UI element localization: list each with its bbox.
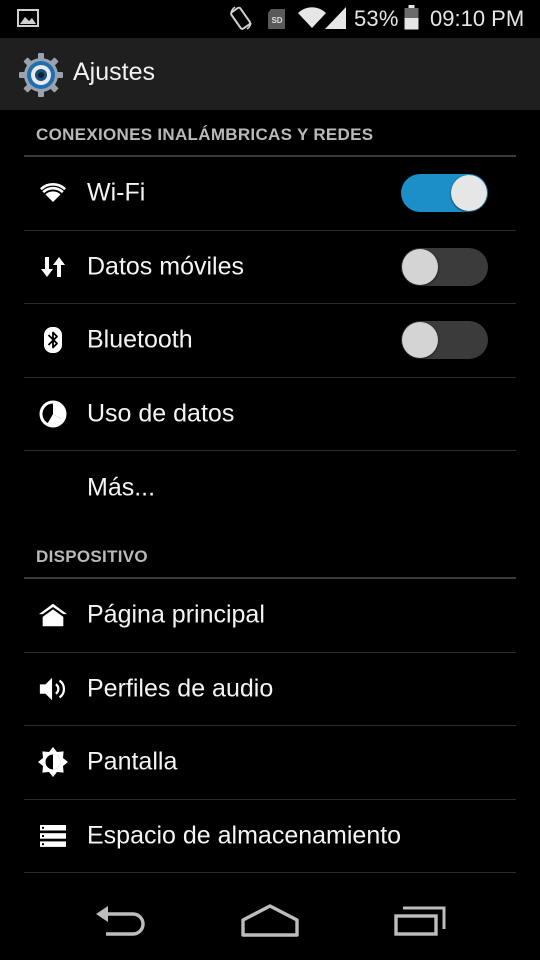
settings-item-home[interactable]: Página principal — [24, 579, 516, 653]
page-title: Ajustes — [73, 58, 155, 86]
home-outline-icon[interactable] — [235, 898, 305, 942]
bluetooth-toggle[interactable] — [401, 321, 488, 360]
rotate-icon — [230, 6, 252, 30]
brightness-icon — [38, 747, 68, 778]
settings-item-label: Página principal — [87, 600, 265, 629]
settings-item-label: Más... — [87, 473, 156, 502]
settings-item-label: Pantalla — [87, 747, 178, 776]
svg-text:SD: SD — [271, 16, 282, 25]
battery-percent: 53% — [354, 6, 399, 31]
section-header-device: DISPOSITIVO — [24, 525, 516, 579]
settings-item-more[interactable]: Más... — [24, 451, 516, 525]
wifi-toggle[interactable] — [401, 174, 488, 213]
toggle-knob — [402, 322, 438, 359]
settings-item-label: Bluetooth — [87, 325, 193, 354]
settings-item-label: Datos móviles — [87, 252, 244, 281]
mobile-data-toggle[interactable] — [401, 247, 488, 286]
sd-card-icon: SD — [268, 9, 285, 29]
data-usage-icon — [38, 399, 68, 429]
home-icon — [38, 600, 68, 630]
toggle-knob — [451, 175, 487, 212]
section-title: DISPOSITIVO — [36, 546, 148, 566]
action-bar: Ajustes — [0, 38, 540, 110]
recent-apps-icon[interactable] — [386, 898, 456, 942]
speaker-icon — [38, 674, 68, 704]
settings-item-wifi[interactable]: Wi-Fi — [24, 157, 516, 231]
battery-icon — [404, 5, 419, 30]
settings-item-label: Wi-Fi — [87, 178, 146, 207]
settings-item-data-usage[interactable]: Uso de datos — [24, 378, 516, 452]
back-icon[interactable] — [86, 898, 156, 942]
settings-gear-icon[interactable] — [18, 52, 64, 98]
bluetooth-icon — [38, 325, 68, 355]
settings-item-audio-profiles[interactable]: Perfiles de audio — [24, 653, 516, 727]
toggle-knob — [402, 248, 438, 285]
status-bar: SD 53% 09:10 PM — [0, 0, 540, 38]
settings-item-bluetooth[interactable]: Bluetooth — [24, 304, 516, 378]
settings-item-storage[interactable]: Espacio de almacenamiento — [24, 800, 516, 874]
section-header-wireless: CONEXIONES INALÁMBRICAS Y REDES — [24, 110, 516, 157]
wifi-icon — [298, 7, 326, 28]
signal-icon — [325, 7, 346, 29]
gallery-icon — [17, 9, 39, 27]
wifi-icon — [38, 178, 68, 208]
settings-list: CONEXIONES INALÁMBRICAS Y REDES Wi-Fi Da… — [0, 110, 540, 874]
section-title: CONEXIONES INALÁMBRICAS Y REDES — [36, 125, 374, 144]
settings-item-label: Perfiles de audio — [87, 674, 274, 703]
settings-item-mobile-data[interactable]: Datos móviles — [24, 231, 516, 305]
settings-item-display[interactable]: Pantalla — [24, 726, 516, 800]
navigation-bar — [0, 884, 540, 960]
clock: 09:10 PM — [430, 6, 525, 31]
settings-item-label: Espacio de almacenamiento — [87, 821, 402, 850]
data-arrows-icon — [38, 252, 68, 282]
settings-item-label: Uso de datos — [87, 399, 235, 428]
storage-icon — [38, 821, 68, 851]
